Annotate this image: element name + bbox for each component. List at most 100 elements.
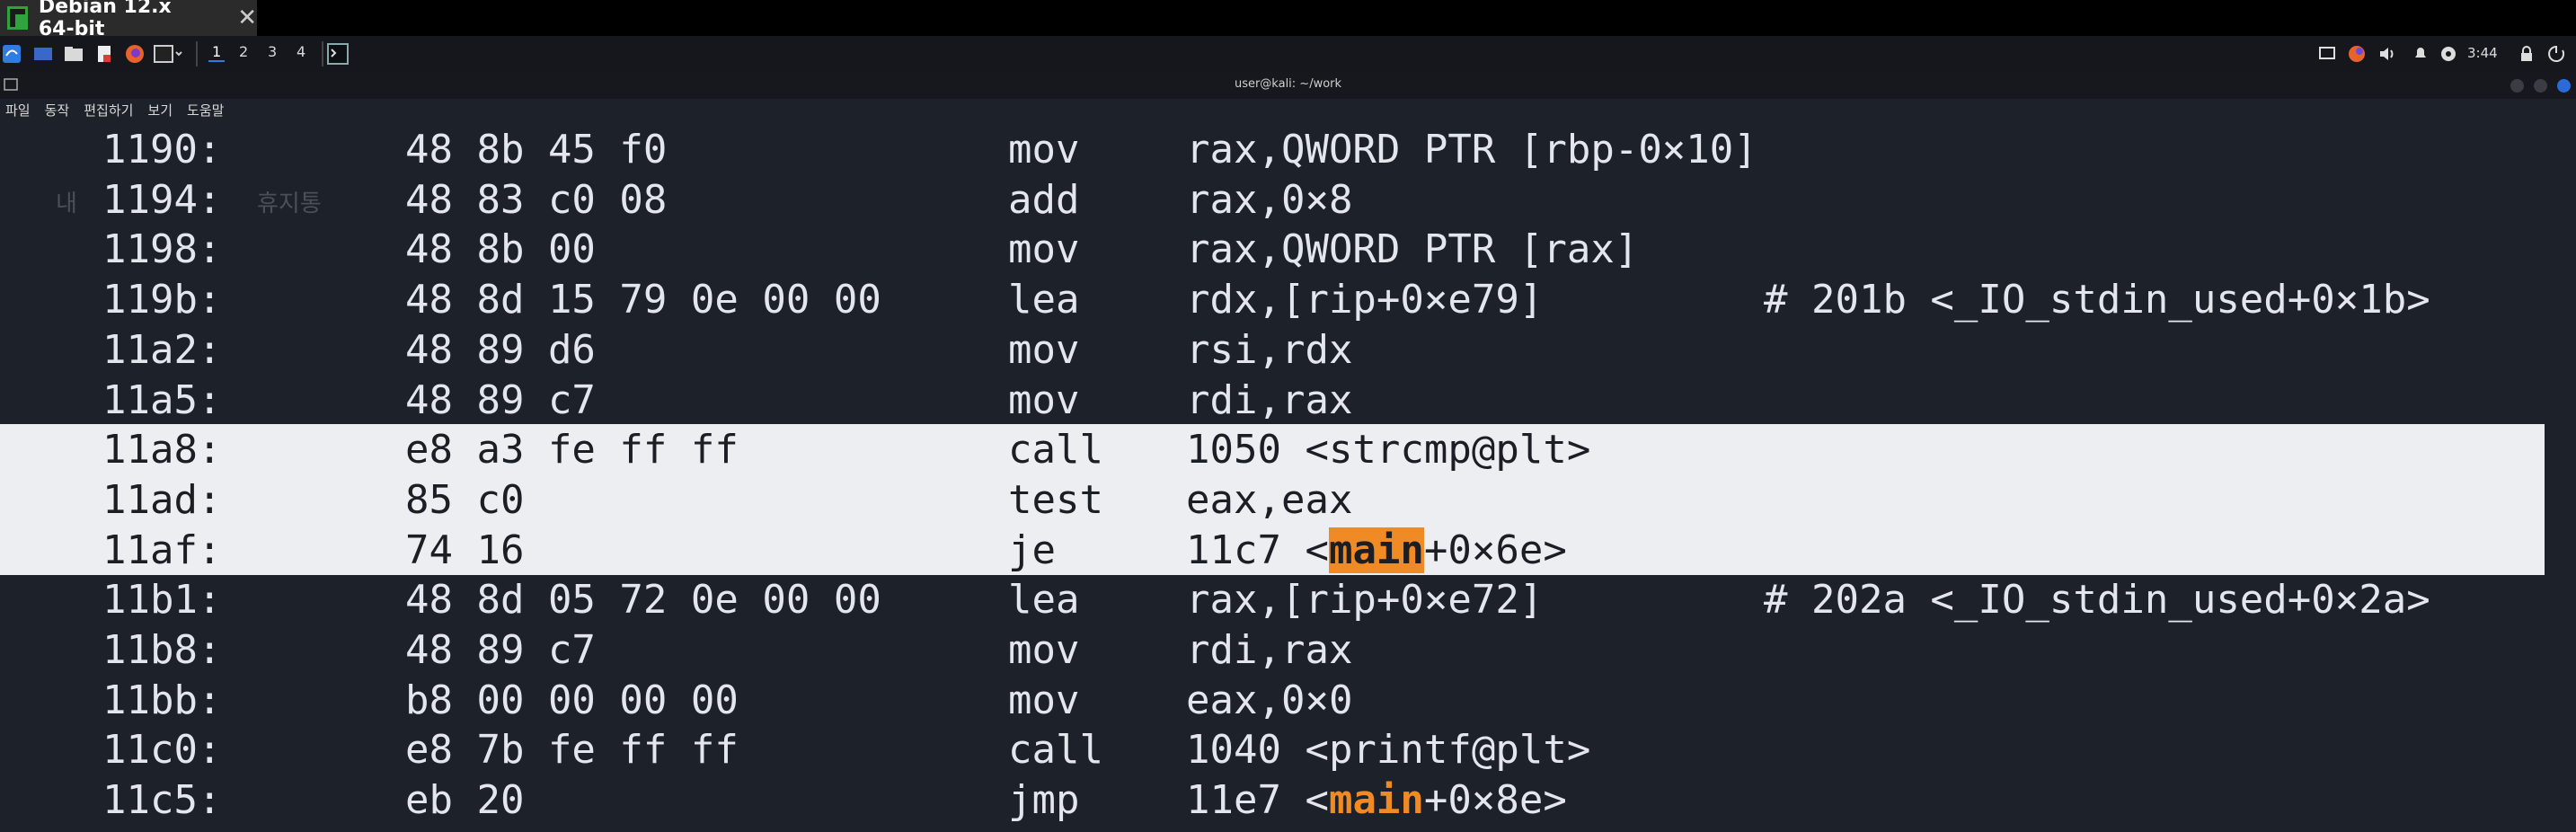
disasm-bytes: 74 16: [405, 527, 525, 573]
terminal-title: user@kali: ~/work: [1234, 77, 1342, 91]
disasm-operands: rax,QWORD PTR [rbp-0×10]: [1186, 127, 1757, 173]
panel-separator: [196, 41, 198, 66]
disasm-operands: rax,0×8: [1186, 177, 1353, 223]
disasm-bytes: 48 89 c7: [405, 627, 596, 673]
disasm-bytes: 48 8d 05 72 0e 00 00: [405, 577, 881, 623]
disasm-row: 11a5: 48 89 c7 mov rdi,rax: [0, 375, 2576, 425]
disasm-opcode: call: [1008, 427, 1103, 473]
disasm-opcode: mov: [1008, 127, 1080, 173]
terminal-output[interactable]: 내 휴지통 1190: 48 8b 45 f0 mov rax,QWORD PTR […: [0, 122, 2576, 832]
vm-icon: [7, 6, 28, 30]
disasm-address: 11c0:: [102, 727, 222, 773]
workspace-4[interactable]: 4: [297, 43, 305, 60]
menu-help[interactable]: 도움말: [187, 99, 224, 122]
disasm-bytes: e8 7b fe ff ff: [405, 727, 739, 773]
disasm-bytes: 48 83 c0 08: [405, 177, 668, 223]
screen-icon[interactable]: [2318, 43, 2336, 65]
workspace-1[interactable]: 1: [208, 43, 226, 62]
disasm-operands: eax,0×0: [1186, 677, 1353, 723]
search-match-main: main: [1328, 777, 1424, 823]
firefox-icon[interactable]: [124, 43, 146, 65]
disasm-opcode: je: [1008, 527, 1056, 573]
vm-tab[interactable]: Debian 12.x 64-bit ✕: [0, 0, 257, 40]
panel-separator: [322, 41, 323, 66]
workspace-2[interactable]: 2: [239, 43, 248, 60]
disasm-opcode: lea: [1008, 577, 1080, 623]
disasm-row: 1198: 48 8b 00 mov rax,QWORD PTR [rax]: [0, 224, 2576, 274]
disasm-address: 11b1:: [102, 577, 222, 623]
disasm-row: 11c0: e8 7b fe ff ff call 1040 <printf@plt>: [0, 724, 2576, 774]
disasm-comment: # 201b <_IO_stdin_used+0×1b>: [1764, 277, 2430, 323]
disasm-operands: rdx,[rip+0×e79]: [1186, 277, 1544, 323]
disasm-bytes: 85 c0: [405, 477, 525, 523]
disasm-operands: rax,[rip+0×e72]: [1186, 577, 1544, 623]
disasm-opcode: mov: [1008, 627, 1080, 673]
disasm-row: 1190: 48 8b 45 f0 mov rax,QWORD PTR [rbp-0×…: [0, 124, 2576, 174]
disasm-address: 11c5:: [102, 777, 222, 823]
disasm-opcode: test: [1008, 477, 1103, 523]
logout-icon[interactable]: [2546, 43, 2566, 65]
disasm-opcode: add: [1008, 177, 1080, 223]
disasm-address: 1190:: [102, 127, 222, 173]
lock-icon[interactable]: [2518, 43, 2536, 65]
file-manager-icon[interactable]: [63, 43, 84, 65]
maximize-button[interactable]: [2534, 79, 2547, 93]
vm-tab-bar: Debian 12.x 64-bit ✕: [0, 0, 2576, 40]
kali-menu-icon[interactable]: [2, 43, 22, 65]
disasm-operands: rax,QWORD PTR [rax]: [1186, 226, 1639, 272]
vm-tab-close-icon[interactable]: ✕: [237, 4, 257, 31]
disasm-address: 11ad:: [102, 477, 222, 523]
minimize-button[interactable]: [2510, 79, 2524, 93]
disasm-row: 11af: 74 16 je 11c7 <main+0×6e>: [0, 525, 2545, 575]
disasm-opcode: mov: [1008, 226, 1080, 272]
desktop-icon[interactable]: [32, 43, 54, 65]
disasm-operands: 1050 <strcmp@plt>: [1186, 427, 1591, 473]
disasm-row: 11ad: 85 c0 test eax,eax: [0, 474, 2545, 525]
menu-action[interactable]: 동작: [45, 99, 70, 122]
menu-view[interactable]: 보기: [147, 99, 173, 122]
notification-bell-icon[interactable]: [2412, 43, 2430, 65]
disasm-opcode: mov: [1008, 327, 1080, 373]
disasm-opcode: jmp: [1008, 777, 1080, 823]
terminal-task-icon[interactable]: [327, 43, 349, 65]
disasm-row: 11a8: e8 a3 fe ff ff call 1050 <strcmp@plt>: [0, 424, 2545, 474]
clock[interactable]: 3:44: [2467, 45, 2498, 61]
disasm-bytes: eb 20: [405, 777, 525, 823]
disasm-address: 119b:: [102, 277, 222, 323]
disasm-operands-suffix: +0×8e>: [1423, 777, 1567, 823]
disasm-address: 11bb:: [102, 677, 222, 723]
color-picker-icon[interactable]: [2347, 43, 2367, 65]
disasm-bytes: 48 89 d6: [405, 327, 596, 373]
disasm-row: 11b1: 48 8d 05 72 0e 00 00 lea rax,[rip+0×e…: [0, 574, 2576, 624]
disasm-address: 11a5:: [102, 377, 222, 423]
disasm-address: 11af:: [102, 527, 222, 573]
power-status-icon[interactable]: [2439, 43, 2458, 65]
workspace-3[interactable]: 3: [268, 43, 277, 60]
disasm-address: 11b8:: [102, 627, 222, 673]
menu-file[interactable]: 파일: [5, 99, 31, 122]
disasm-operands: rdi,rax: [1186, 627, 1353, 673]
disasm-row: 11a2: 48 89 d6 mov rsi,rdx: [0, 324, 2576, 375]
volume-icon[interactable]: [2377, 43, 2397, 65]
terminal-titlebar[interactable]: user@kali: ~/work: [0, 72, 2576, 99]
disasm-operands: 11c7 <main+0×6e>: [1186, 526, 1567, 576]
disasm-operands-prefix: 11e7 <: [1186, 777, 1329, 823]
disasm-bytes: 48 8b 45 f0: [405, 127, 668, 173]
disasm-bytes: b8 00 00 00 00: [405, 677, 739, 723]
disasm-operands: rsi,rdx: [1186, 327, 1353, 373]
menu-edit[interactable]: 편집하기: [84, 99, 133, 122]
vm-tab-title: Debian 12.x 64-bit: [38, 0, 172, 40]
text-editor-icon[interactable]: [93, 43, 115, 65]
disasm-opcode: mov: [1008, 677, 1080, 723]
close-button[interactable]: [2557, 79, 2571, 93]
disasm-row: 1194: 48 83 c0 08 add rax,0×8: [0, 174, 2576, 225]
disasm-opcode: call: [1008, 727, 1103, 773]
disasm-operands: 1040 <printf@plt>: [1186, 727, 1591, 773]
disasm-address: 1198:: [102, 226, 222, 272]
disasm-comment: # 202a <_IO_stdin_used+0×2a>: [1764, 577, 2430, 623]
disasm-opcode: lea: [1008, 277, 1080, 323]
disasm-row: 119b: 48 8d 15 79 0e 00 00 lea rdx,[rip+0×e…: [0, 274, 2576, 324]
disasm-row: 11b8: 48 89 c7 mov rdi,rax: [0, 624, 2576, 675]
terminal-launcher-icon[interactable]: [153, 43, 183, 65]
disasm-operands: eax,eax: [1186, 477, 1353, 523]
